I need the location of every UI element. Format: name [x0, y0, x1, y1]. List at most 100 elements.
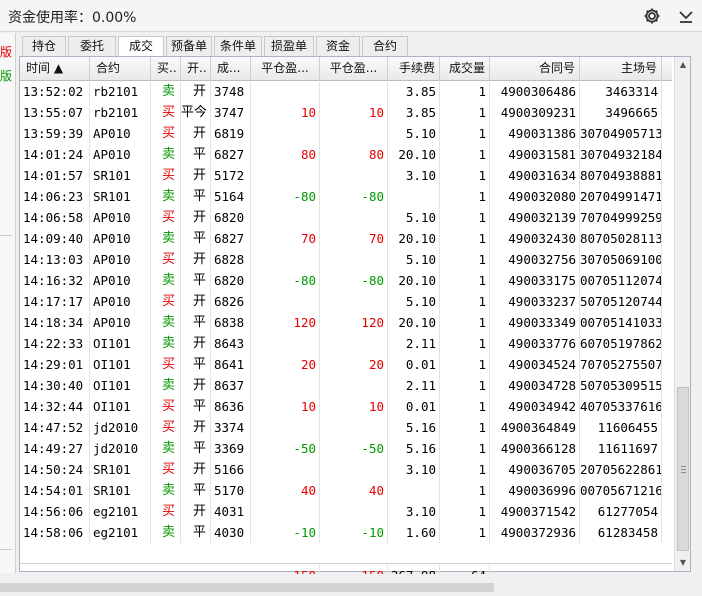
- table-row[interactable]: 14:32:44 OI101 买平 8636 10 10 0.01 1 490034942 407…: [20, 396, 672, 417]
- tab-trades[interactable]: 成交: [118, 36, 164, 57]
- cell-close-pnl-1: [251, 123, 320, 144]
- tab-contracts[interactable]: 合约: [362, 36, 408, 56]
- horizontal-scrollbar[interactable]: [0, 583, 494, 592]
- table-row[interactable]: 14:17:17 AP010 买开 6826 5.10 1 490033237 5070512…: [20, 291, 672, 312]
- cell-order-no: 4900371542: [490, 501, 580, 522]
- table-row[interactable]: 14:58:06 eg2101 卖平 4030 -10 -10 1.60 1 490037293…: [20, 522, 672, 543]
- cell-open-close: 开: [181, 333, 211, 354]
- column-header-fee[interactable]: 手续费: [388, 57, 440, 81]
- column-header-close-pnl-1[interactable]: 平仓盈...: [251, 57, 320, 81]
- column-header-time[interactable]: 时间 ▲: [20, 57, 90, 81]
- cell-open-close: 开: [181, 417, 211, 438]
- table-row[interactable]: 14:30:40 OI101 卖开 8637 2.11 1 490034728 5070530…: [20, 375, 672, 396]
- tab-conditional-orders[interactable]: 条件单: [214, 36, 262, 56]
- gear-icon[interactable]: [642, 6, 662, 26]
- cell-close-pnl-1: [251, 207, 320, 228]
- cell-close-pnl-2: [320, 501, 388, 522]
- cell-volume: 1: [440, 396, 490, 417]
- cell-fee: 3.10: [388, 501, 440, 522]
- cell-close-pnl-2: [320, 375, 388, 396]
- scroll-down-arrow-icon[interactable]: ▼: [675, 555, 691, 571]
- column-header-close-pnl-2[interactable]: 平仓盈...: [320, 57, 388, 81]
- left-strip-divider: [0, 549, 12, 550]
- cell-fee: 1.60: [388, 522, 440, 543]
- cell-direction: 卖: [151, 144, 181, 165]
- table-row[interactable]: 14:09:40 AP010 卖平 6827 70 70 20.10 1 490032430 80…: [20, 228, 672, 249]
- cell-open-close: 平: [181, 438, 211, 459]
- cell-direction: 卖: [151, 375, 181, 396]
- table-row[interactable]: 13:59:39 AP010 买开 6819 5.10 1 490031386 3070490…: [20, 123, 672, 144]
- table-row[interactable]: 13:52:02 rb2101 卖开 3748 3.85 1 4900306486 34633…: [20, 81, 672, 102]
- tab-prepared-orders[interactable]: 预备单: [166, 36, 212, 56]
- table-row[interactable]: 14:18:34 AP010 卖平 6838 120 120 20.10 1 490033349…: [20, 312, 672, 333]
- tab-orders[interactable]: 委托: [68, 36, 116, 56]
- column-header-exchange-no[interactable]: 主场号: [580, 57, 662, 81]
- scroll-up-arrow-icon[interactable]: ▲: [675, 57, 691, 73]
- table-row[interactable]: 14:16:32 AP010 卖平 6820 -80 -80 20.10 1 490033175…: [20, 270, 672, 291]
- cell-price: 4031: [211, 501, 251, 522]
- cell-close-pnl-2: [320, 207, 388, 228]
- column-header-contract[interactable]: 合约: [90, 57, 151, 81]
- table-row[interactable]: 14:06:58 AP010 买开 6820 5.10 1 490032139 7070499…: [20, 207, 672, 228]
- cell-direction: 卖: [151, 480, 181, 501]
- cell-order-no: 490033237: [490, 291, 580, 312]
- cell-fee: 3.85: [388, 81, 440, 102]
- table-row[interactable]: 14:49:27 jd2010 卖平 3369 -50 -50 5.16 1 490036612…: [20, 438, 672, 459]
- table-row[interactable]: 14:13:03 AP010 买开 6828 5.10 1 490032756 3070506…: [20, 249, 672, 270]
- cell-time: 14:32:44: [20, 396, 90, 417]
- cell-close-pnl-1: 120: [251, 312, 320, 333]
- table-row[interactable]: 14:01:24 AP010 卖平 6827 80 80 20.10 1 490031581 30…: [20, 144, 672, 165]
- cell-contract: OI101: [90, 375, 151, 396]
- cell-close-pnl-2: 20: [320, 354, 388, 375]
- chevron-down-icon[interactable]: [676, 6, 696, 26]
- cell-direction: 卖: [151, 186, 181, 207]
- table-row[interactable]: 14:50:24 SR101 买开 5166 3.10 1 490036705 2070562…: [20, 459, 672, 480]
- tab-positions[interactable]: 持仓: [22, 36, 66, 56]
- table-row[interactable]: 14:56:06 eg2101 买开 4031 3.10 1 4900371542 61277…: [20, 501, 672, 522]
- table-row[interactable]: 14:29:01 OI101 买平 8641 20 20 0.01 1 490034524 707…: [20, 354, 672, 375]
- cell-price: 6828: [211, 249, 251, 270]
- cell-volume: 1: [440, 249, 490, 270]
- cell-close-pnl-1: [251, 501, 320, 522]
- cell-order-no: 4900364849: [490, 417, 580, 438]
- column-header-volume[interactable]: 成交量: [440, 57, 490, 81]
- cell-exchange-no: 20705622861: [580, 459, 662, 480]
- cell-open-close: 平: [181, 396, 211, 417]
- cell-exchange-no: 40705337616: [580, 396, 662, 417]
- table-row[interactable]: 14:54:01 SR101 卖平 5170 40 40 1 490036996 0070567…: [20, 480, 672, 501]
- cell-close-pnl-1: 10: [251, 396, 320, 417]
- cell-close-pnl-2: [320, 417, 388, 438]
- table-row[interactable]: 13:55:07 rb2101 买平今 3747 10 10 3.85 1 4900309231…: [20, 102, 672, 123]
- cell-close-pnl-2: 10: [320, 102, 388, 123]
- table-row[interactable]: 14:22:33 OI101 卖开 8643 2.11 1 490033776 6070519…: [20, 333, 672, 354]
- cell-volume: 1: [440, 123, 490, 144]
- table-row[interactable]: 14:06:23 SR101 卖平 5164 -80 -80 1 490032080 20704…: [20, 186, 672, 207]
- left-strip-label-2[interactable]: 版: [0, 67, 12, 84]
- scroll-thumb[interactable]: [677, 387, 689, 551]
- column-header-open-close[interactable]: 开..: [181, 57, 211, 81]
- column-header-order-no[interactable]: 合同号: [490, 57, 580, 81]
- cell-time: 14:30:40: [20, 375, 90, 396]
- table-row[interactable]: 14:47:52 jd2010 买开 3374 5.16 1 4900364849 11606…: [20, 417, 672, 438]
- cell-volume: 1: [440, 186, 490, 207]
- cell-exchange-no: 11606455: [580, 417, 662, 438]
- cell-contract: AP010: [90, 228, 151, 249]
- cell-close-pnl-1: -10: [251, 522, 320, 543]
- table-row[interactable]: 14:01:57 SR101 买开 5172 3.10 1 490031634 8070493…: [20, 165, 672, 186]
- column-header-price[interactable]: 成...: [211, 57, 251, 81]
- cell-fee: 5.16: [388, 438, 440, 459]
- cell-order-no: 490033175: [490, 270, 580, 291]
- column-header-direction[interactable]: 买..: [151, 57, 181, 81]
- cell-close-pnl-2: 80: [320, 144, 388, 165]
- cell-close-pnl-1: 20: [251, 354, 320, 375]
- tab-stop-orders[interactable]: 损盈单: [264, 36, 314, 56]
- vertical-scrollbar[interactable]: ▲ ▼: [674, 57, 690, 571]
- tab-funds[interactable]: 资金: [316, 36, 360, 56]
- cell-price: 8637: [211, 375, 251, 396]
- cell-price: 3369: [211, 438, 251, 459]
- cell-close-pnl-2: [320, 249, 388, 270]
- left-strip-label-1[interactable]: 版: [0, 43, 12, 60]
- cell-close-pnl-1: [251, 417, 320, 438]
- cell-time: 14:16:32: [20, 270, 90, 291]
- cell-close-pnl-2: -80: [320, 186, 388, 207]
